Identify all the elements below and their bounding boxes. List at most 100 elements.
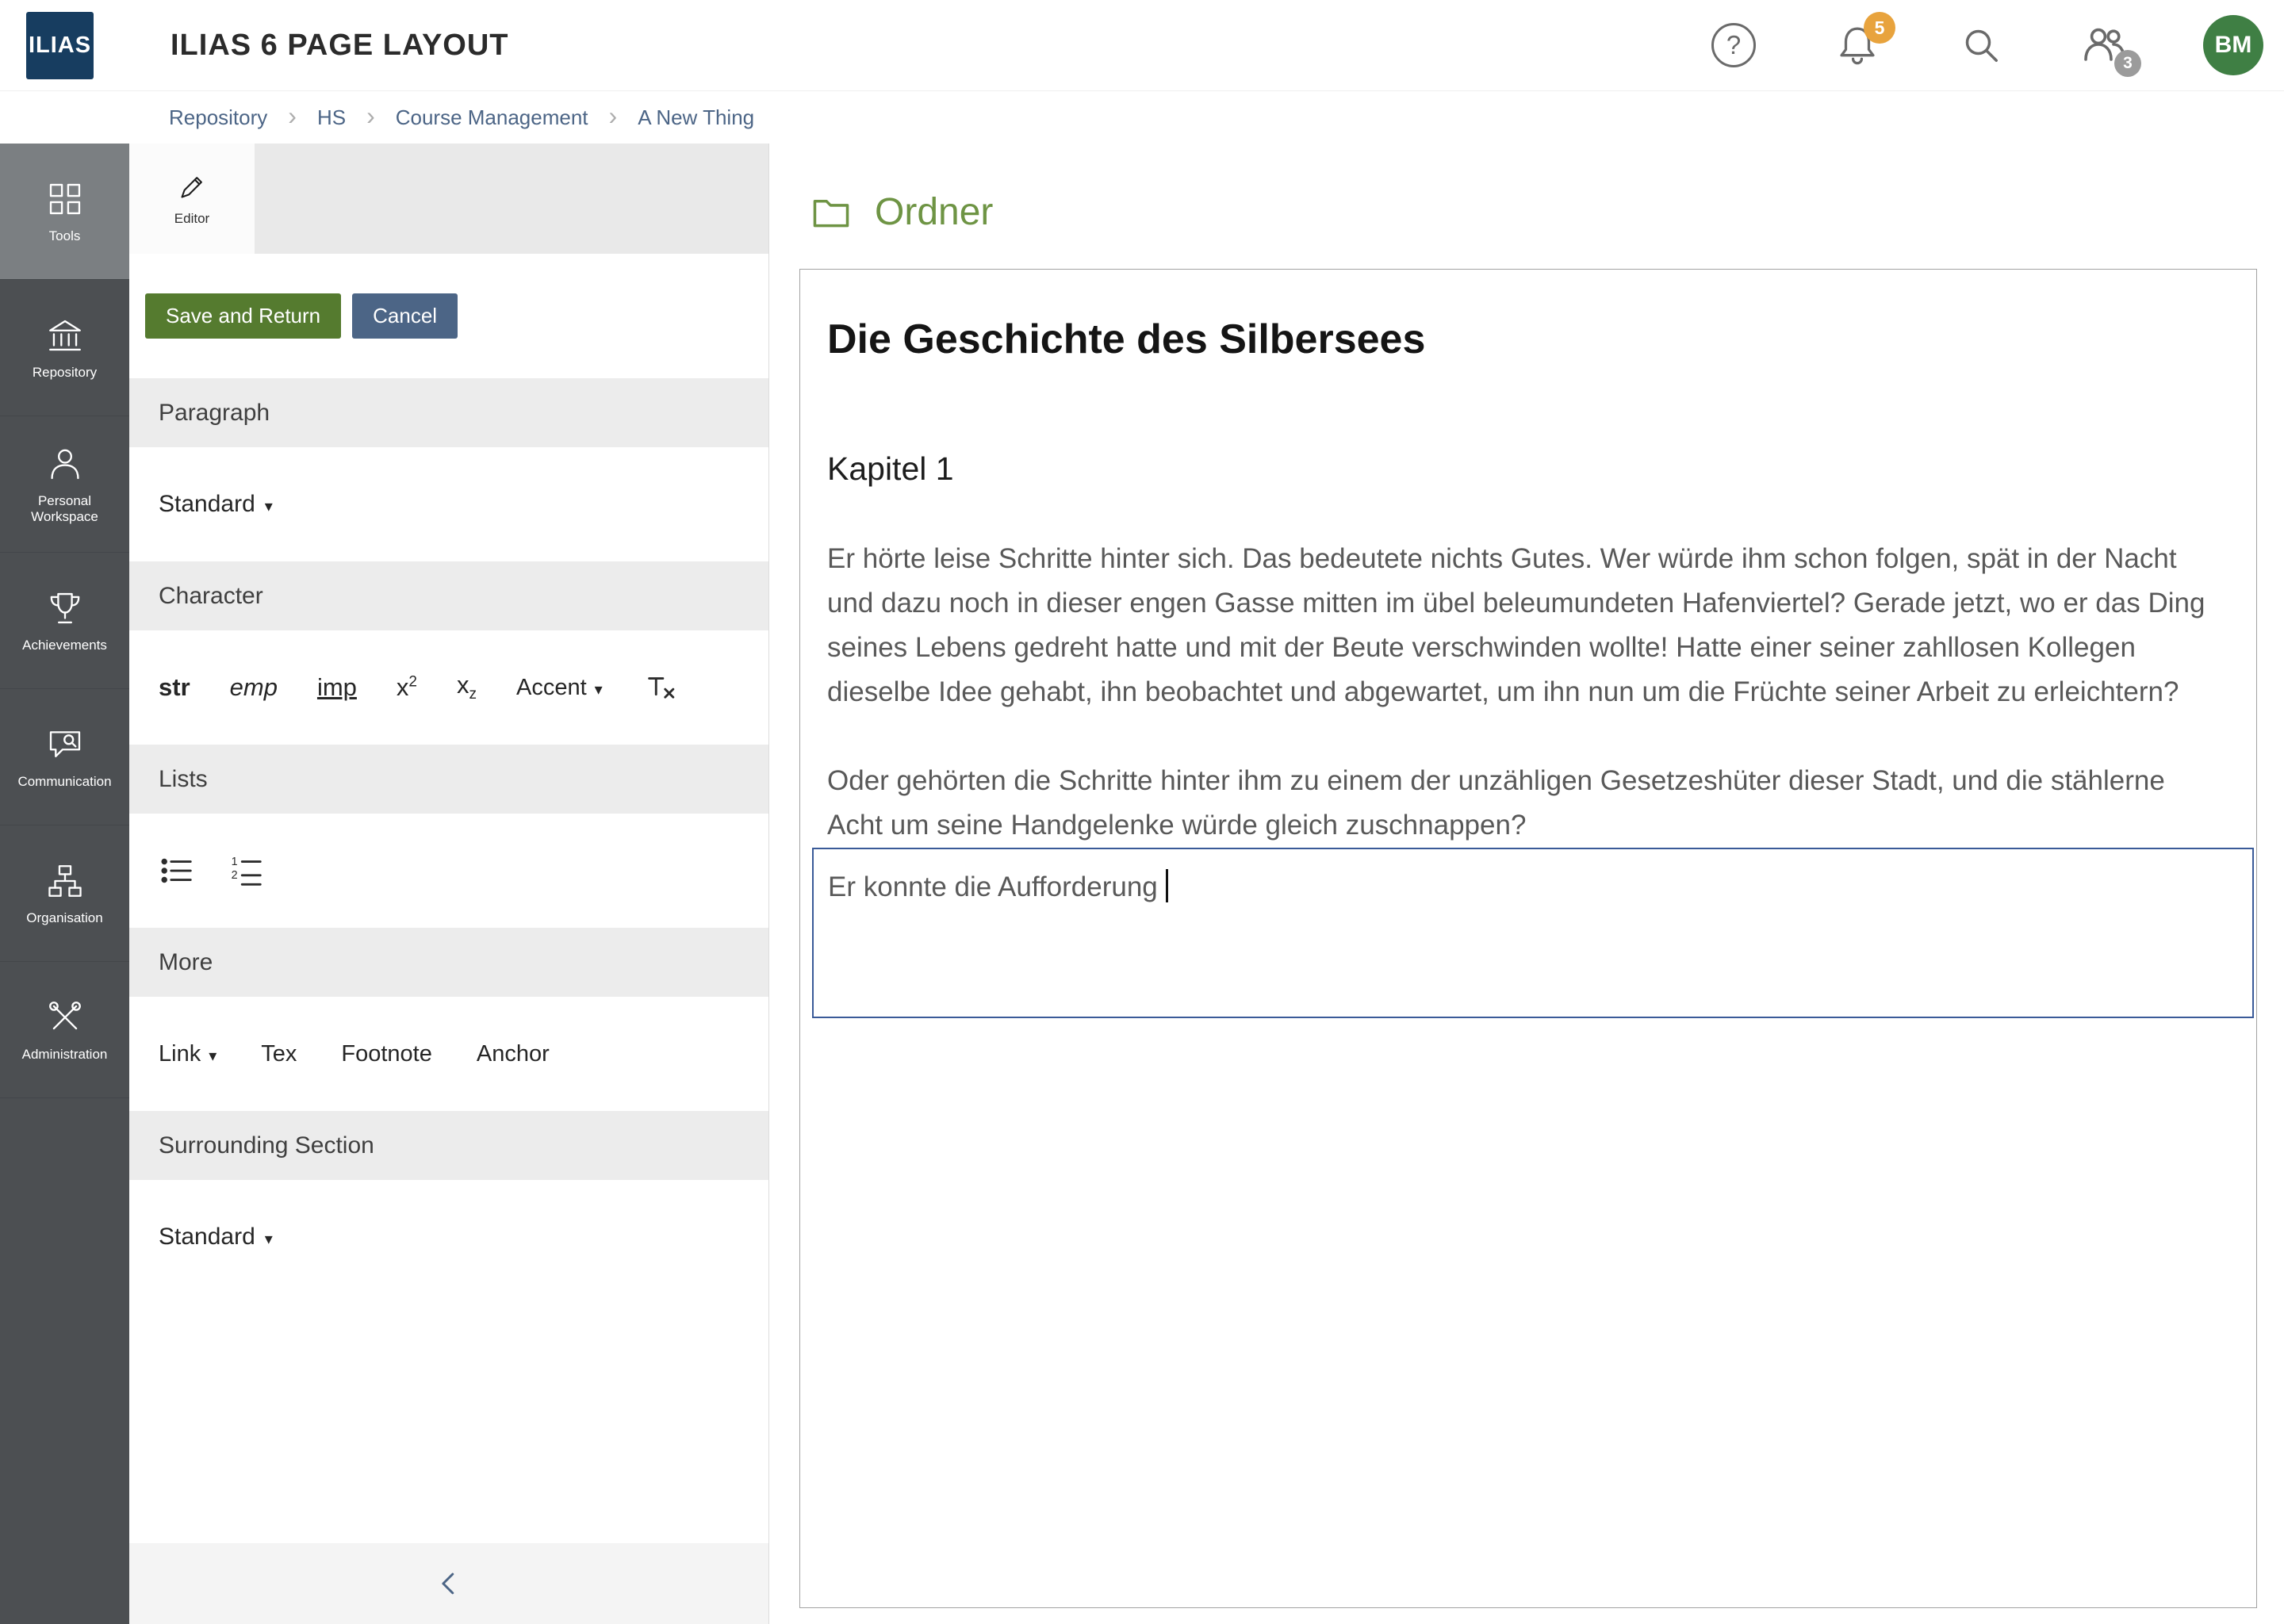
page-layout-title: ILIAS 6 PAGE LAYOUT (171, 29, 509, 63)
save-and-return-button[interactable]: Save and Return (145, 293, 341, 339)
section-paragraph-header: Paragraph (129, 378, 768, 447)
ilias-logo[interactable]: ILIAS (26, 12, 94, 79)
folder-icon (811, 194, 851, 229)
important-format-button[interactable]: imp (317, 673, 357, 702)
mainbar-item-communication[interactable]: Communication (0, 689, 129, 825)
lists-row: 1 2 (129, 814, 768, 928)
header-actions: ? 5 (1708, 15, 2263, 75)
svg-text:1: 1 (232, 856, 238, 868)
chevron-right-icon: › (288, 103, 297, 132)
breadcrumb-hs[interactable]: HS (317, 105, 346, 130)
object-title-row: Ordner (811, 183, 2284, 240)
mainbar-item-repository[interactable]: Repository (0, 280, 129, 416)
anchor-button[interactable]: Anchor (477, 1041, 550, 1067)
help-icon: ? (1711, 23, 1756, 67)
grid-icon (45, 179, 85, 219)
section-more-header: More (129, 928, 768, 997)
top-header: ILIAS ILIAS 6 PAGE LAYOUT ? 5 (0, 0, 2284, 91)
more-row: Link ▾ Tex Footnote Anchor (129, 997, 768, 1111)
section-lists-header: Lists (129, 745, 768, 814)
paragraph-style-value: Standard (159, 491, 255, 518)
editor-slate: Editor Save and Return Cancel Paragraph … (129, 144, 769, 1624)
mainbar-item-label: Administration (22, 1047, 108, 1063)
online-users-button[interactable]: 3 (2079, 20, 2130, 71)
mainbar-item-label: Personal Workspace (3, 493, 126, 524)
notifications-button[interactable]: 5 (1832, 20, 1883, 71)
paragraph-block[interactable]: Er hörte leise Schritte hinter sich. Das… (827, 537, 2217, 714)
subscript-button[interactable]: xz (457, 671, 477, 703)
chevron-left-icon (443, 1574, 453, 1593)
search-button[interactable] (1956, 20, 2006, 71)
breadcrumb-repository[interactable]: Repository (169, 105, 267, 130)
chevron-right-icon: › (366, 103, 375, 132)
chevron-down-icon: ▾ (595, 676, 603, 699)
page-editor-canvas: Die Geschichte des Silbersees Kapitel 1 … (799, 269, 2257, 1608)
chevron-down-icon: ▾ (209, 1042, 217, 1066)
mainbar-item-label: Communication (17, 774, 111, 790)
svg-text:2: 2 (232, 869, 238, 882)
mainbar-item-label: Repository (33, 365, 97, 381)
tex-button[interactable]: Tex (261, 1041, 297, 1067)
body-row: Tools Repository Personal Workspace (0, 144, 2284, 1624)
clear-formatting-icon (642, 669, 679, 706)
bullet-list-icon (159, 852, 195, 889)
breadcrumb-course-management[interactable]: Course Management (396, 105, 588, 130)
surrounding-style-dropdown[interactable]: Standard ▾ (159, 1224, 273, 1251)
document: Die Geschichte des Silbersees Kapitel 1 … (800, 270, 2256, 1018)
mainbar-item-administration[interactable]: Administration (0, 962, 129, 1098)
notification-count-badge: 5 (1864, 12, 1895, 44)
mainbar-item-organisation[interactable]: Organisation (0, 825, 129, 962)
slate-tabstrip: Editor (129, 144, 768, 254)
document-title-block[interactable]: Die Geschichte des Silbersees (827, 316, 2217, 363)
crossed-tools-icon (45, 998, 85, 1037)
person-icon (45, 444, 85, 484)
breadcrumb-a-new-thing[interactable]: A New Thing (638, 105, 754, 130)
section-character-header: Character (129, 561, 768, 630)
mainbar: Tools Repository Personal Workspace (0, 144, 129, 1624)
page-title: Ordner (875, 190, 993, 234)
mainbar-item-label: Organisation (26, 910, 102, 926)
pencil-icon (176, 171, 208, 203)
mainbar-item-label: Achievements (22, 638, 107, 653)
strong-format-button[interactable]: str (159, 673, 190, 702)
emphasis-format-button[interactable]: emp (230, 673, 278, 702)
character-format-row: str emp imp x2 xz Accent ▾ (129, 630, 768, 745)
section-surrounding-header: Surrounding Section (129, 1111, 768, 1180)
user-avatar[interactable]: BM (2203, 15, 2263, 75)
superscript-button[interactable]: x2 (397, 673, 417, 702)
edit-text: Er konnte die Aufforderung (828, 871, 1158, 902)
chapter-heading-block[interactable]: Kapitel 1 (827, 450, 2217, 488)
mainbar-item-achievements[interactable]: Achievements (0, 553, 129, 689)
bank-icon (45, 316, 85, 355)
online-users-count-badge: 3 (2114, 50, 2141, 77)
chevron-down-icon: ▾ (265, 1225, 273, 1249)
breadcrumb: Repository › HS › Course Management › A … (0, 91, 2284, 144)
link-dropdown[interactable]: Link ▾ (159, 1041, 217, 1067)
mainbar-item-personal-workspace[interactable]: Personal Workspace (0, 416, 129, 553)
chevron-down-icon: ▾ (265, 492, 273, 516)
tab-editor[interactable]: Editor (129, 144, 255, 254)
accent-dropdown[interactable]: Accent ▾ (516, 675, 603, 701)
mainbar-item-tools[interactable]: Tools (0, 144, 129, 280)
chevron-right-icon: › (609, 103, 618, 132)
numbered-list-icon: 1 2 (228, 852, 265, 889)
trophy-icon (45, 588, 85, 628)
footnote-button[interactable]: Footnote (341, 1041, 431, 1067)
chat-search-icon (45, 725, 85, 764)
clear-formatting-button[interactable] (642, 669, 679, 706)
mainbar-item-label: Tools (49, 228, 81, 244)
surrounding-style-row: Standard ▾ (129, 1180, 768, 1294)
bullet-list-button[interactable] (159, 852, 195, 889)
active-edit-area[interactable]: Er konnte die Aufforderung (812, 848, 2254, 1018)
collapse-slate-button[interactable] (434, 1568, 464, 1599)
slate-footer (129, 1543, 768, 1624)
paragraph-block[interactable]: Oder gehörten die Schritte hinter ihm zu… (827, 759, 2217, 848)
help-button[interactable]: ? (1708, 20, 1759, 71)
surrounding-style-value: Standard (159, 1224, 255, 1251)
numbered-list-button[interactable]: 1 2 (228, 852, 265, 889)
paragraph-style-row: Standard ▾ (129, 447, 768, 561)
sitemap-icon (45, 861, 85, 901)
search-icon (1959, 23, 2003, 67)
cancel-button[interactable]: Cancel (352, 293, 458, 339)
paragraph-style-dropdown[interactable]: Standard ▾ (159, 491, 273, 518)
